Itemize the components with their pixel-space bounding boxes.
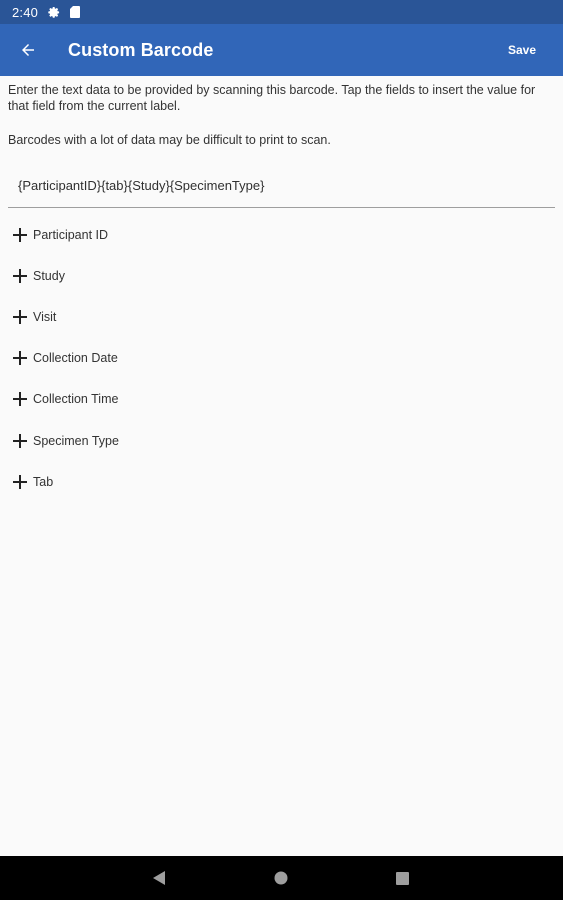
warning-note-text: Barcodes with a lot of data may be diffi… <box>8 133 331 147</box>
page-title: Custom Barcode <box>68 39 214 60</box>
plus-icon <box>12 227 27 242</box>
field-item-specimen-type[interactable]: Specimen Type <box>0 420 563 461</box>
field-item-study[interactable]: Study <box>0 255 563 296</box>
back-triangle-icon[interactable] <box>150 868 170 888</box>
status-bar: 2:40 <box>0 0 563 24</box>
plus-icon <box>12 392 27 407</box>
plus-icon <box>12 433 27 448</box>
field-item-label: Collection Time <box>33 392 119 407</box>
field-item-label: Visit <box>33 309 57 324</box>
field-item-tab[interactable]: Tab <box>0 461 563 502</box>
barcode-data-input[interactable]: {ParticipantID}{tab}{Study}{SpecimenType… <box>8 171 555 208</box>
plus-icon <box>12 474 27 489</box>
sd-card-icon <box>70 6 81 18</box>
field-item-label: Tab <box>33 474 54 489</box>
recents-square-icon[interactable] <box>392 868 412 888</box>
save-button[interactable]: Save <box>508 43 536 57</box>
status-time: 2:40 <box>12 4 39 20</box>
plus-icon <box>12 268 27 283</box>
plus-icon <box>12 351 27 366</box>
field-item-label: Collection Date <box>33 351 118 366</box>
field-list: Participant ID Study Visit Collection Da… <box>0 214 563 502</box>
instructions-text: Enter the text data to be provided by sc… <box>8 83 536 113</box>
field-item-label: Specimen Type <box>33 433 119 448</box>
arrow-back-icon[interactable] <box>14 36 42 64</box>
content-area: Enter the text data to be provided by sc… <box>0 76 563 856</box>
field-item-label: Participant ID <box>33 227 109 242</box>
field-item-collection-time[interactable]: Collection Time <box>0 379 563 420</box>
field-item-label: Study <box>33 268 65 283</box>
home-circle-icon[interactable] <box>271 868 291 888</box>
app-bar: Custom Barcode Save <box>0 24 563 76</box>
field-item-participant-id[interactable]: Participant ID <box>0 214 563 255</box>
field-item-collection-date[interactable]: Collection Date <box>0 338 563 379</box>
plus-icon <box>12 309 27 324</box>
settings-gear-icon <box>48 6 60 18</box>
system-nav-bar <box>0 856 563 900</box>
field-item-visit[interactable]: Visit <box>0 296 563 337</box>
